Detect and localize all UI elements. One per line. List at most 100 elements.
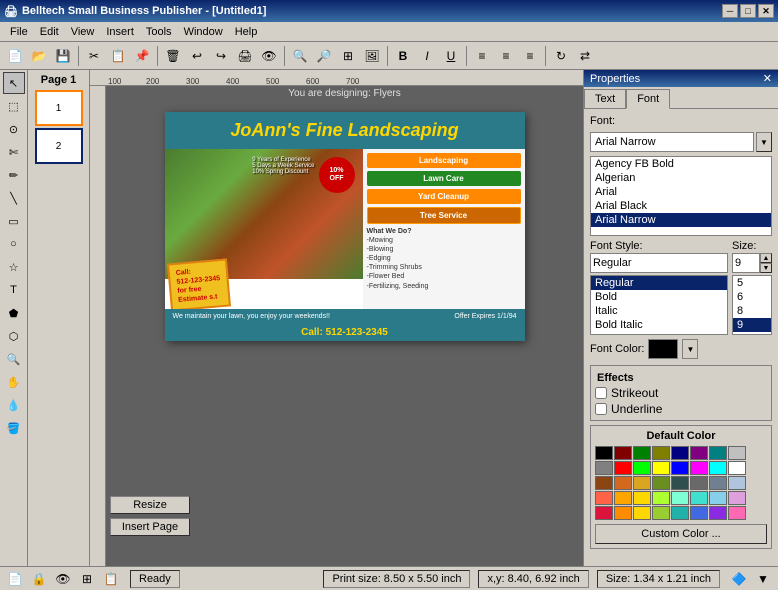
tool-select[interactable]: ⬚ — [3, 95, 25, 117]
color-cell-32[interactable] — [595, 506, 613, 520]
underline-checkbox[interactable] — [595, 403, 607, 415]
custom-color-button[interactable]: Custom Color ... — [595, 524, 767, 544]
color-cell-20[interactable] — [671, 476, 689, 490]
tool-line[interactable]: ╲ — [3, 187, 25, 209]
tool-zoom[interactable]: 🔍 — [3, 348, 25, 370]
color-cell-12[interactable] — [671, 461, 689, 475]
font-list[interactable]: Agency FB Bold Algerian Arial Arial Blac… — [590, 156, 772, 236]
menu-tools[interactable]: Tools — [140, 24, 178, 40]
color-cell-18[interactable] — [633, 476, 651, 490]
color-cell-2[interactable] — [633, 446, 651, 460]
align-left-button[interactable]: ≡ — [471, 45, 493, 67]
color-cell-35[interactable] — [652, 506, 670, 520]
tab-text[interactable]: Text — [584, 89, 626, 108]
print-button[interactable]: 🖨 — [234, 45, 256, 67]
color-cell-8[interactable] — [595, 461, 613, 475]
color-cell-37[interactable] — [690, 506, 708, 520]
color-cell-31[interactable] — [728, 491, 746, 505]
menu-help[interactable]: Help — [229, 24, 264, 40]
grid-button[interactable]: ⊞ — [337, 45, 359, 67]
color-cell-5[interactable] — [690, 446, 708, 460]
status-icon5[interactable]: 📋 — [100, 568, 122, 590]
color-cell-3[interactable] — [652, 446, 670, 460]
copy-button[interactable]: 📋 — [107, 45, 129, 67]
canvas-scroll[interactable]: You are designing: Flyers JoAnn's Fine L… — [106, 86, 583, 566]
color-cell-7[interactable] — [728, 446, 746, 460]
undo-button[interactable]: ↩ — [186, 45, 208, 67]
color-cell-24[interactable] — [595, 491, 613, 505]
insert-page-button[interactable]: Insert Page — [110, 518, 190, 536]
resize-button[interactable]: Resize — [110, 496, 190, 514]
close-button[interactable]: ✕ — [758, 4, 774, 18]
size-6[interactable]: 6 — [733, 290, 771, 304]
italic-button[interactable]: I — [416, 45, 438, 67]
page-thumb-1[interactable]: 1 — [35, 90, 83, 126]
tool-shape2[interactable]: ⬡ — [3, 325, 25, 347]
color-cell-34[interactable] — [633, 506, 651, 520]
color-cell-4[interactable] — [671, 446, 689, 460]
tab-font[interactable]: Font — [626, 89, 670, 109]
font-item-agency[interactable]: Agency FB Bold — [591, 157, 771, 171]
properties-close[interactable]: ✕ — [763, 72, 772, 85]
color-cell-6[interactable] — [709, 446, 727, 460]
align-right-button[interactable]: ≡ — [519, 45, 541, 67]
maximize-button[interactable]: □ — [740, 4, 756, 18]
font-item-arial[interactable]: Arial — [591, 185, 771, 199]
style-bold[interactable]: Bold — [591, 290, 727, 304]
status-icon2[interactable]: 🔒 — [28, 568, 50, 590]
color-dropdown-btn[interactable]: ▼ — [682, 339, 698, 359]
color-cell-22[interactable] — [709, 476, 727, 490]
font-item-arialblack[interactable]: Arial Black — [591, 199, 771, 213]
menu-file[interactable]: File — [4, 24, 34, 40]
font-input[interactable] — [590, 132, 754, 152]
tool-eyedrop[interactable]: 💧 — [3, 394, 25, 416]
menu-view[interactable]: View — [65, 24, 101, 40]
status-icon4[interactable]: ⊞ — [76, 568, 98, 590]
color-cell-25[interactable] — [614, 491, 632, 505]
status-end-icon1[interactable]: 🔷 — [728, 568, 750, 590]
cut-button[interactable]: ✂ — [83, 45, 105, 67]
color-cell-27[interactable] — [652, 491, 670, 505]
new-button[interactable]: 📄 — [4, 45, 26, 67]
font-item-algerian[interactable]: Algerian — [591, 171, 771, 185]
color-cell-21[interactable] — [690, 476, 708, 490]
page-thumb-2[interactable]: 2 — [35, 128, 83, 164]
color-swatch[interactable] — [648, 339, 678, 359]
style-regular[interactable]: Regular — [591, 276, 727, 290]
zoom-in-button[interactable]: 🔍 — [289, 45, 311, 67]
status-end-icon2[interactable]: ▼ — [752, 568, 774, 590]
color-cell-26[interactable] — [633, 491, 651, 505]
bold-button[interactable]: B — [392, 45, 414, 67]
color-cell-36[interactable] — [671, 506, 689, 520]
underline-button[interactable]: U — [440, 45, 462, 67]
color-cell-15[interactable] — [728, 461, 746, 475]
color-cell-30[interactable] — [709, 491, 727, 505]
color-cell-0[interactable] — [595, 446, 613, 460]
color-cell-38[interactable] — [709, 506, 727, 520]
tool-crop[interactable]: ✄ — [3, 141, 25, 163]
font-item-arialnarrow[interactable]: Arial Narrow — [591, 213, 771, 227]
color-cell-16[interactable] — [595, 476, 613, 490]
save-button[interactable]: 💾 — [52, 45, 74, 67]
tool-arrow[interactable]: ↖ — [3, 72, 25, 94]
zoom-out-button[interactable]: 🔎 — [313, 45, 335, 67]
minimize-button[interactable]: ─ — [722, 4, 738, 18]
size-input[interactable] — [732, 253, 760, 273]
tool-lasso[interactable]: ⊙ — [3, 118, 25, 140]
open-button[interactable]: 📂 — [28, 45, 50, 67]
strikeout-checkbox[interactable] — [595, 387, 607, 399]
menu-insert[interactable]: Insert — [100, 24, 140, 40]
tool-ellipse[interactable]: ○ — [3, 233, 25, 255]
color-cell-39[interactable] — [728, 506, 746, 520]
size-down-btn[interactable]: ▼ — [760, 263, 772, 273]
menu-edit[interactable]: Edit — [34, 24, 65, 40]
color-cell-28[interactable] — [671, 491, 689, 505]
tool-shape1[interactable]: ⬟ — [3, 302, 25, 324]
style-italic[interactable]: Italic — [591, 304, 727, 318]
tool-pan[interactable]: ✋ — [3, 371, 25, 393]
style-input[interactable] — [590, 253, 728, 273]
tool-pencil[interactable]: ✏ — [3, 164, 25, 186]
style-bolditalic[interactable]: Bold Italic — [591, 318, 727, 332]
color-cell-1[interactable] — [614, 446, 632, 460]
flip-button[interactable]: ⇄ — [574, 45, 596, 67]
